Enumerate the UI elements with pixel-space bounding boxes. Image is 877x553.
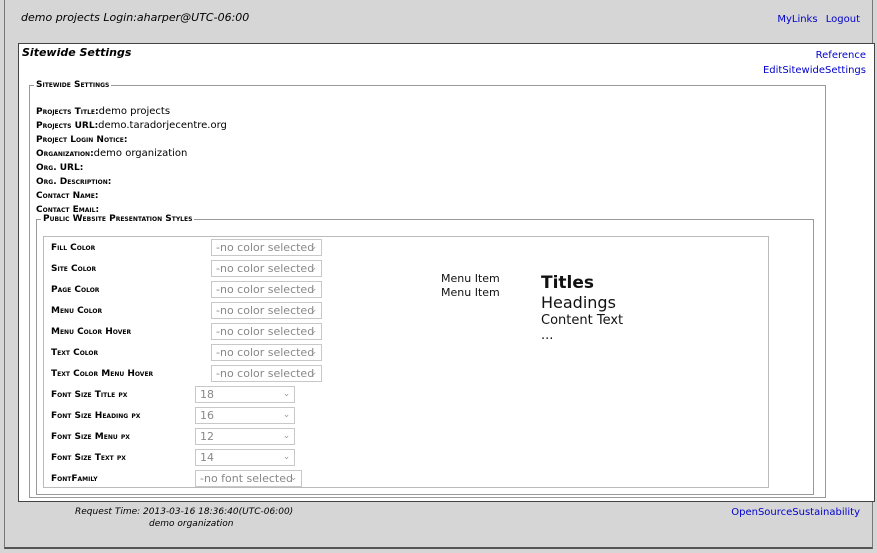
chevron-down-icon: ⌄ [309, 347, 318, 357]
chevron-down-icon: ⌄ [289, 473, 298, 483]
font-size-heading-value: 16 [200, 409, 214, 422]
preview-text: Titles Headings Content Text ... [541, 273, 623, 343]
font-size-heading-label: Font Size Heading px [51, 411, 141, 421]
settings-info: Projects Title:demo projects Projects UR… [36, 105, 227, 217]
preview-heading: Headings [541, 293, 616, 312]
organization-value: demo organization [93, 148, 188, 159]
header-title: demo projects Login:aharper@UTC-06:00 [21, 11, 250, 24]
edit-sitewide-settings-link[interactable]: EditSitewideSettings [763, 63, 866, 78]
organization-row: Organization:demo organization [36, 147, 227, 161]
font-size-text-value: 14 [200, 451, 214, 464]
page-color-select[interactable]: -no color selected ⌄ [211, 281, 322, 298]
footer-links: OpenSourceSustainability [731, 507, 860, 518]
fill-color-select[interactable]: -no color selected ⌄ [211, 239, 322, 256]
menu-color-hover-label: Menu Color Hover [51, 327, 132, 337]
project-login-notice-row: Project Login Notice: [36, 133, 227, 147]
org-description-label: Org. Description: [36, 177, 112, 187]
org-url-row: Org. URL: [36, 161, 227, 175]
menu-color-hover-select[interactable]: -no color selected ⌄ [211, 323, 322, 340]
menu-color-hover-value: -no color selected [216, 325, 315, 338]
preview-menu-item: Menu Item [441, 272, 500, 285]
menu-color-select[interactable]: -no color selected ⌄ [211, 302, 322, 319]
font-size-title-value: 18 [200, 388, 214, 401]
page-title: Sitewide Settings [22, 46, 132, 59]
font-size-text-label: Font Size Text px [51, 453, 126, 463]
sitewide-settings-fieldset: Sitewide Settings Projects Title:demo pr… [29, 80, 826, 498]
preview-ellipsis: ... [541, 328, 554, 343]
projects-url-row: Projects URL:demo.taradorjecentre.org [36, 119, 227, 133]
text-color-value: -no color selected [216, 346, 315, 359]
footer-info: Request Time: 2013-03-16 18:36:40(UTC-06… [75, 506, 293, 530]
sitewide-settings-legend: Sitewide Settings [36, 80, 110, 90]
fill-color-label: Fill Color [51, 243, 96, 253]
projects-url-value: demo.taradorjecentre.org [98, 120, 227, 131]
chevron-down-icon: ⌄ [309, 326, 318, 336]
chevron-down-icon: ⌄ [309, 305, 318, 315]
text-color-label: Text Color [51, 348, 99, 358]
header-links: MyLinks Logout [772, 14, 860, 25]
footer-organization: demo organization [149, 519, 234, 529]
chevron-down-icon: ⌄ [309, 242, 318, 252]
chevron-down-icon: ⌄ [282, 410, 291, 420]
font-family-label: FontFamily [51, 474, 98, 484]
contact-name-label: Contact Name: [36, 191, 99, 201]
contact-name-row: Contact Name: [36, 189, 227, 203]
font-size-menu-select[interactable]: 12 ⌄ [195, 428, 295, 445]
styles-box: Fill Color -no color selected ⌄ Site Colo… [43, 236, 769, 488]
font-size-title-select[interactable]: 18 ⌄ [195, 386, 295, 403]
font-family-value: -no font selected [200, 472, 293, 485]
project-login-notice-label: Project Login Notice: [36, 135, 128, 145]
app-frame: demo projects Login:aharper@UTC-06:00 My… [4, 0, 875, 549]
projects-title-value: demo projects [98, 106, 171, 117]
font-size-menu-value: 12 [200, 430, 214, 443]
chevron-down-icon: ⌄ [309, 284, 318, 294]
projects-title-row: Projects Title:demo projects [36, 105, 227, 119]
page-color-value: -no color selected [216, 283, 315, 296]
presentation-styles-fieldset: Public Website Presentation Styles Fill … [36, 214, 814, 495]
org-url-label: Org. URL: [36, 163, 84, 173]
site-color-label: Site Color [51, 264, 97, 274]
projects-url-label: Projects URL: [36, 121, 99, 131]
org-description-row: Org. Description: [36, 175, 227, 189]
site-color-value: -no color selected [216, 262, 315, 275]
main-content: Sitewide Settings Reference EditSitewide… [18, 43, 875, 502]
menu-color-value: -no color selected [216, 304, 315, 317]
preview-menu: Menu Item Menu Item [441, 272, 500, 300]
font-family-select[interactable]: -no font selected ⌄ [195, 470, 302, 487]
preview-menu-item: Menu Item [441, 286, 500, 299]
font-size-text-select[interactable]: 14 ⌄ [195, 449, 295, 466]
chevron-down-icon: ⌄ [282, 389, 291, 399]
mylinks-link[interactable]: MyLinks [777, 14, 817, 25]
presentation-styles-legend: Public Website Presentation Styles [43, 214, 193, 224]
chevron-down-icon: ⌄ [309, 368, 318, 378]
font-size-title-label: Font Size Title px [51, 390, 128, 400]
font-size-menu-label: Font Size Menu px [51, 432, 130, 442]
text-color-select[interactable]: -no color selected ⌄ [211, 344, 322, 361]
organization-label: Organization: [36, 149, 94, 159]
text-color-menu-hover-value: -no color selected [216, 367, 315, 380]
reference-link[interactable]: Reference [763, 48, 866, 63]
preview-content-text: Content Text [541, 313, 624, 328]
page-links: Reference EditSitewideSettings [763, 48, 866, 78]
menu-color-label: Menu Color [51, 306, 103, 316]
chevron-down-icon: ⌄ [309, 263, 318, 273]
page-color-label: Page Color [51, 285, 100, 295]
text-color-menu-hover-select[interactable]: -no color selected ⌄ [211, 365, 322, 382]
font-size-heading-select[interactable]: 16 ⌄ [195, 407, 295, 424]
open-source-sustainability-link[interactable]: OpenSourceSustainability [731, 507, 860, 518]
fill-color-value: -no color selected [216, 241, 315, 254]
chevron-down-icon: ⌄ [282, 452, 291, 462]
preview-title: Titles [541, 273, 595, 293]
request-time: Request Time: 2013-03-16 18:36:40(UTC-06… [75, 507, 294, 517]
logout-link[interactable]: Logout [826, 14, 860, 25]
chevron-down-icon: ⌄ [282, 431, 291, 441]
projects-title-label: Projects Title: [36, 107, 99, 117]
site-color-select[interactable]: -no color selected ⌄ [211, 260, 322, 277]
text-color-menu-hover-label: Text Color Menu Hover [51, 369, 154, 379]
